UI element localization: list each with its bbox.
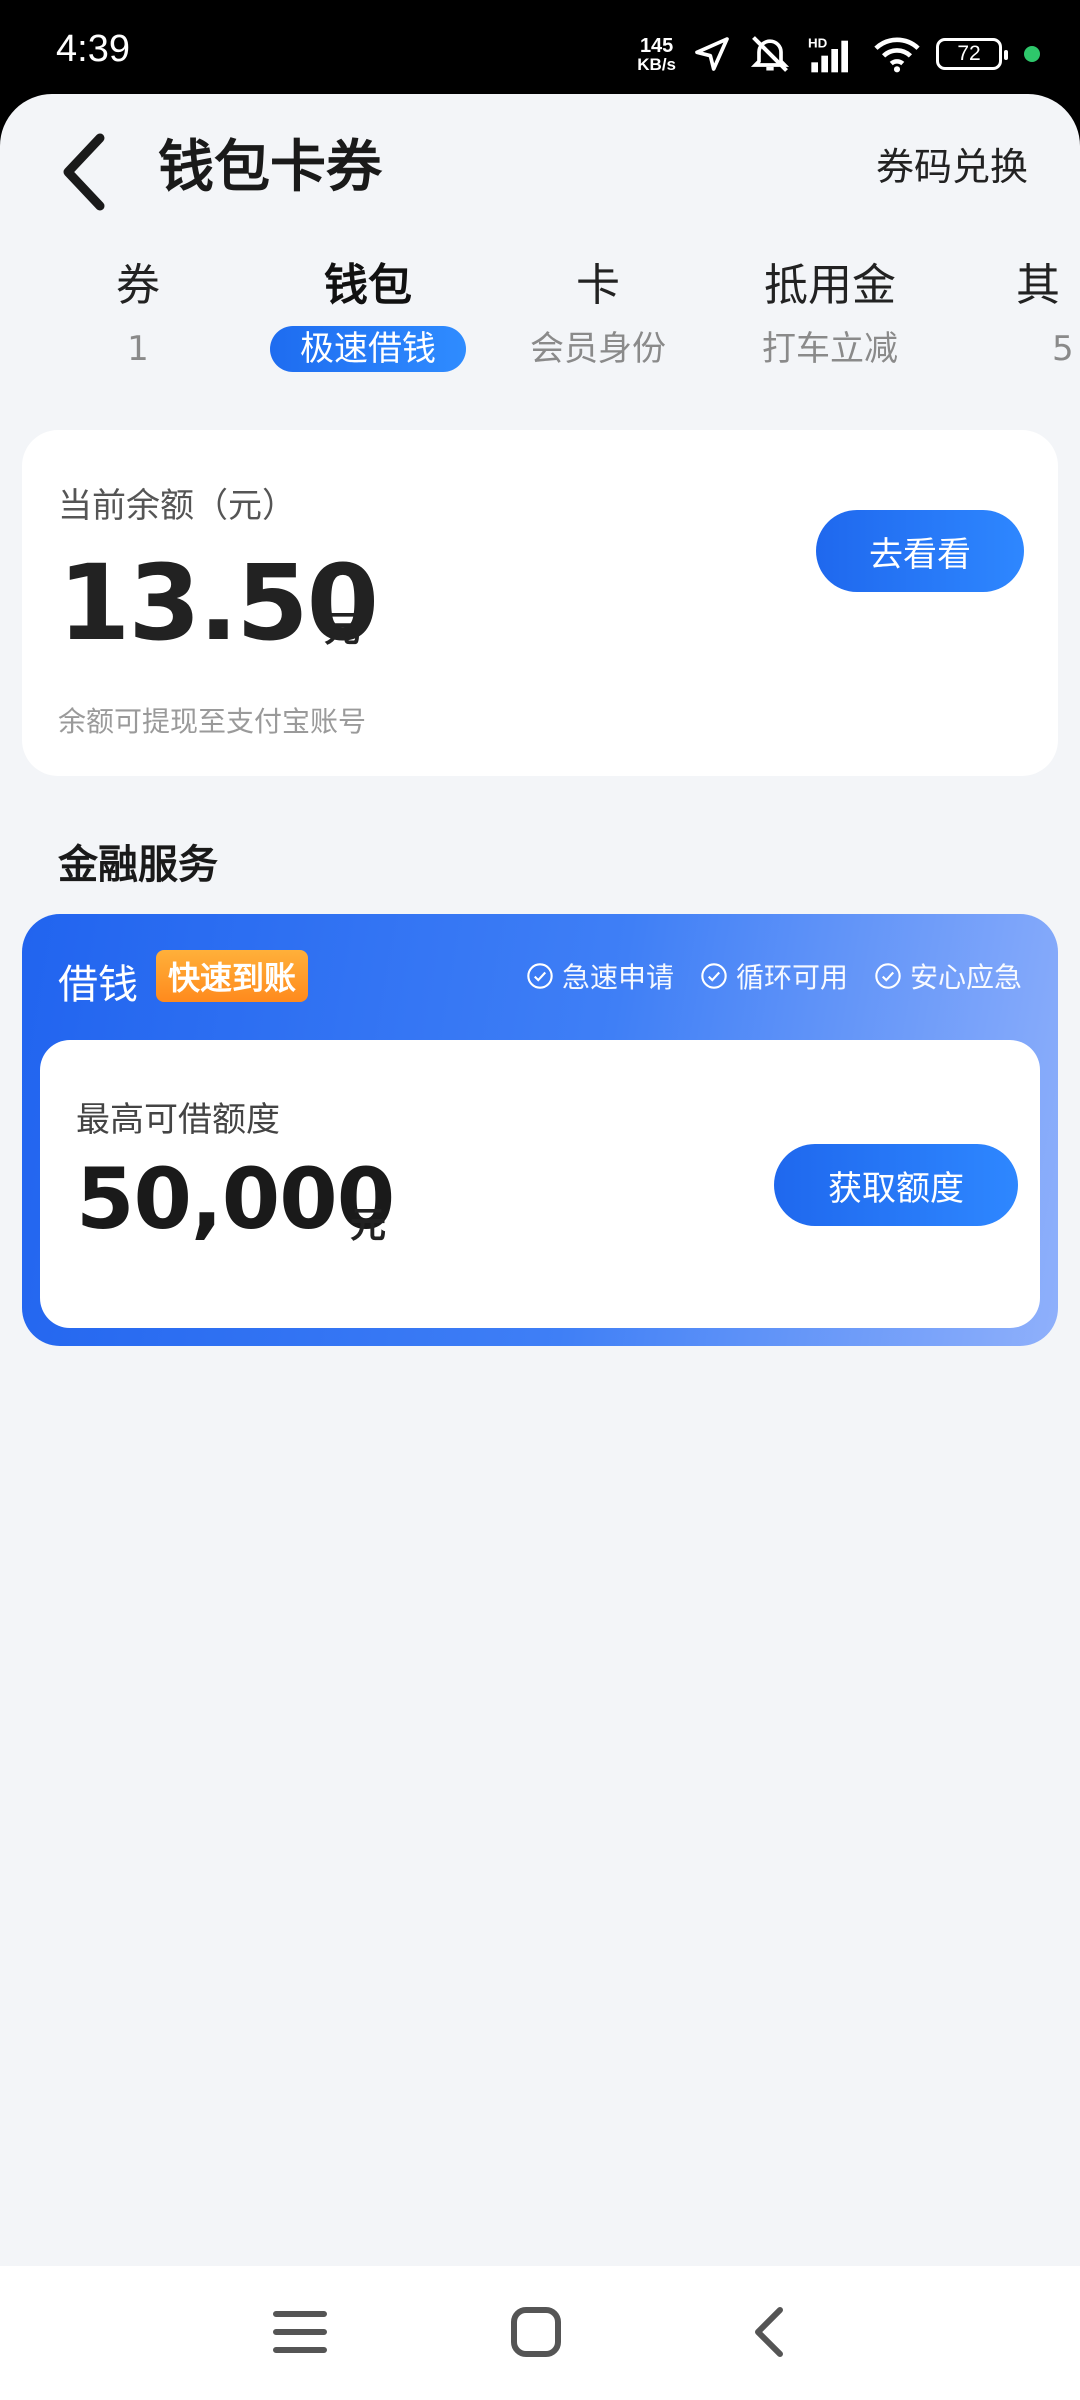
section-title: 金融服务	[58, 842, 218, 888]
tab-title: 其	[1016, 260, 1060, 311]
tab-subtitle: 5	[1052, 329, 1074, 369]
loan-title: 借钱	[58, 962, 138, 1008]
wallet-page: 钱包卡券 券码兑换 券 1 钱包 极速借钱 卡 会员身份 抵用金 打车立减 其 …	[0, 94, 1080, 2266]
balance-card: 当前余额（元） 13.50 元 余额可提现至支付宝账号 去看看	[22, 430, 1058, 776]
tab-wallet[interactable]: 钱包 极速借钱	[258, 254, 478, 372]
category-tabs: 券 1 钱包 极速借钱 卡 会员身份 抵用金 打车立减 其 5	[0, 254, 1080, 384]
feature-label: 循环可用	[735, 961, 848, 994]
tab-other[interactable]: 其 5	[980, 254, 1080, 372]
balance-note: 余额可提现至支付宝账号	[58, 705, 367, 738]
loan-features: 急速申请 循环可用 安心应急	[526, 956, 1022, 996]
tab-subtitle: 会员身份	[530, 329, 666, 369]
battery-icon: 72	[936, 38, 1008, 70]
balance-label: 当前余额（元）	[58, 486, 296, 526]
wifi-icon	[874, 37, 920, 73]
tab-subtitle: 打车立减	[762, 329, 898, 369]
tab-cards[interactable]: 卡 会员身份	[488, 254, 708, 372]
fast-arrival-badge: 快速到账	[156, 950, 309, 1002]
tab-coupons[interactable]: 券 1	[28, 254, 248, 372]
svg-text:HD: HD	[808, 35, 828, 50]
get-limit-button[interactable]: 获取额度	[774, 1144, 1018, 1226]
check-circle-icon	[527, 963, 553, 989]
nav-back-icon[interactable]	[740, 2300, 804, 2364]
feature-item: 急速申请	[526, 956, 674, 996]
limit-label: 最高可借额度	[76, 1100, 280, 1140]
limit-unit: 元	[350, 1205, 387, 1246]
menu-icon[interactable]	[268, 2300, 332, 2364]
tab-title: 钱包	[324, 260, 412, 311]
network-speed-unit: KB/s	[637, 54, 676, 74]
tab-subtitle: 极速借钱	[270, 326, 466, 372]
tab-title: 卡	[576, 260, 620, 311]
tab-title: 抵用金	[764, 260, 896, 311]
limit-amount: 50,000	[76, 1150, 395, 1248]
go-see-button[interactable]: 去看看	[816, 510, 1024, 592]
page-title: 钱包卡券	[158, 135, 382, 200]
back-button[interactable]	[52, 130, 116, 214]
redeem-code-button[interactable]: 券码兑换	[876, 136, 1028, 191]
check-circle-icon	[701, 963, 727, 989]
balance-unit: 元	[324, 609, 361, 650]
hd-signal-icon: HD	[808, 35, 848, 73]
network-speed-value: 145	[639, 34, 674, 57]
feature-item: 安心应急	[874, 956, 1022, 996]
tab-subtitle: 1	[127, 329, 149, 369]
tab-vouchers[interactable]: 抵用金 打车立减	[720, 254, 940, 372]
location-arrow-icon	[695, 37, 729, 71]
check-circle-icon	[875, 963, 901, 989]
network-speed: 145 KB/s	[637, 36, 676, 73]
mute-icon	[750, 36, 790, 72]
status-bar: 4:39 145 KB/s HD 72	[0, 0, 1080, 96]
home-icon[interactable]	[504, 2300, 568, 2364]
system-nav-bar	[0, 2266, 1080, 2400]
status-time: 4:39	[56, 28, 130, 70]
green-dot-icon	[1024, 46, 1040, 62]
tab-title: 券	[116, 260, 160, 311]
header: 钱包卡券 券码兑换	[0, 94, 1080, 244]
loan-limit-panel: 最高可借额度 50,000 元 获取额度	[40, 1040, 1040, 1328]
feature-label: 急速申请	[561, 961, 674, 994]
battery-level: 72	[957, 42, 981, 65]
loan-card[interactable]: 借钱 快速到账 急速申请 循环可用 安心应急 最高可借额度 50,000 元 获…	[22, 914, 1058, 1346]
feature-label: 安心应急	[909, 961, 1022, 994]
status-icons: 145 KB/s HD 72	[637, 30, 1040, 78]
feature-item: 循环可用	[700, 956, 848, 996]
